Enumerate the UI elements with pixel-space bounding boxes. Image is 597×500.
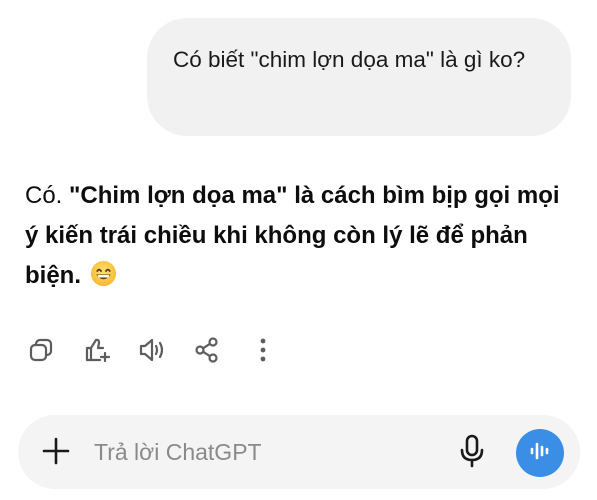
dictate-button[interactable]: [455, 433, 489, 474]
copy-button[interactable]: [26, 337, 56, 367]
more-options-button[interactable]: [248, 337, 278, 367]
composer: [18, 415, 580, 489]
user-message-bubble: Có biết "chim lợn dọa ma" là gì ko?: [147, 18, 571, 136]
read-aloud-button[interactable]: [137, 337, 167, 367]
more-options-icon: [258, 336, 268, 369]
voice-mode-icon: [528, 439, 552, 468]
assistant-message: Có. "Chim lợn dọa ma" là cách bìm bịp gọ…: [25, 176, 565, 296]
copy-icon: [27, 336, 55, 369]
share-button[interactable]: [192, 336, 222, 369]
thumbs-up-button[interactable]: [83, 337, 113, 367]
voice-mode-button[interactable]: [516, 429, 564, 477]
read-aloud-icon: [137, 335, 167, 370]
plus-icon: [41, 436, 71, 471]
user-message-text: Có biết "chim lợn dọa ma" là gì ko?: [173, 47, 526, 72]
assistant-message-prefix: Có.: [25, 182, 70, 209]
reply-input[interactable]: [94, 433, 434, 471]
thumbs-up-icon: [83, 335, 113, 370]
add-attachment-button[interactable]: [40, 437, 72, 469]
grinning-face-emoji-icon: [90, 260, 117, 287]
microphone-icon: [458, 433, 486, 474]
share-icon: [193, 336, 221, 369]
